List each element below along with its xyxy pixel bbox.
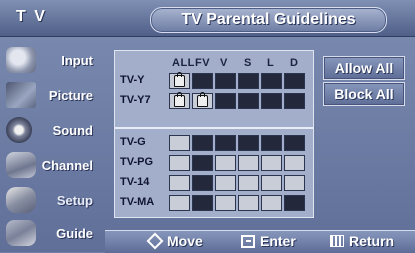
allow-all-button[interactable]: Allow All — [323, 56, 405, 80]
sidebar-item-input[interactable]: Input — [0, 43, 103, 77]
rating-cell[interactable] — [238, 175, 259, 191]
column-header-fv: FV — [195, 57, 211, 69]
rating-cell[interactable] — [284, 135, 305, 151]
return-label: Return — [349, 233, 395, 249]
rating-cell[interactable] — [192, 73, 213, 89]
sidebar-item-guide[interactable]: Guide — [0, 216, 103, 250]
rating-label: TV-Y — [120, 74, 145, 86]
rating-cell[interactable] — [169, 92, 190, 109]
rating-cell[interactable] — [215, 175, 236, 191]
rating-cell[interactable] — [215, 155, 236, 171]
rating-cell[interactable] — [261, 93, 282, 109]
rating-cell[interactable] — [284, 195, 305, 211]
rating-cell[interactable] — [261, 135, 282, 151]
rating-cell[interactable] — [169, 135, 190, 151]
rating-cell[interactable] — [169, 175, 190, 191]
enter-hint: Enter — [241, 233, 296, 249]
rating-cell[interactable] — [192, 195, 213, 211]
footer-bar: Move Enter Return — [105, 230, 415, 253]
title-bar: T V TV Parental Guidelines — [0, 0, 415, 37]
sound-icon — [6, 117, 32, 143]
rating-cell[interactable] — [215, 135, 236, 151]
rating-cell[interactable] — [192, 155, 213, 171]
rating-cell[interactable] — [215, 73, 236, 89]
sidebar-item-label: Picture — [48, 87, 93, 103]
rating-cell[interactable] — [192, 175, 213, 191]
rating-cell[interactable] — [238, 195, 259, 211]
sidebar-item-picture[interactable]: Picture — [0, 78, 103, 112]
column-header-all: ALL — [172, 57, 195, 69]
return-hint: Return — [330, 233, 394, 249]
rating-cell[interactable] — [284, 93, 305, 109]
setup-icon — [6, 187, 36, 213]
rating-cell[interactable] — [238, 93, 259, 109]
rating-cell[interactable] — [192, 135, 213, 151]
lock-icon — [197, 92, 208, 107]
enter-icon — [241, 234, 255, 248]
return-icon — [330, 235, 344, 247]
rating-cell[interactable] — [238, 135, 259, 151]
column-header-s: S — [244, 57, 252, 69]
rating-label: TV-Y7 — [120, 94, 151, 106]
rating-cell[interactable] — [215, 195, 236, 211]
rating-cell[interactable] — [215, 93, 236, 109]
rating-cell[interactable] — [261, 195, 282, 211]
rating-cell[interactable] — [284, 175, 305, 191]
rating-label: TV-G — [120, 136, 146, 148]
section-label: T V — [16, 8, 47, 25]
rating-cell[interactable] — [238, 155, 259, 171]
guide-icon — [6, 220, 36, 246]
rating-label: TV-14 — [120, 176, 150, 188]
sidebar-item-label: Sound — [52, 122, 93, 138]
sidebar-item-label: Guide — [56, 225, 93, 241]
picture-icon — [6, 82, 36, 108]
rating-cell[interactable] — [284, 73, 305, 89]
rating-cell[interactable] — [261, 155, 282, 171]
main-panel: ALL FV V S L D TV-Y TV-Y7 TV-G TV-PG TV-14 TV-MA Al… — [105, 38, 415, 232]
rating-cell[interactable] — [192, 92, 213, 109]
column-header-v: V — [220, 57, 228, 69]
page-title: TV Parental Guidelines — [150, 7, 387, 33]
rating-label: TV-PG — [120, 156, 154, 168]
column-header-d: D — [290, 57, 299, 69]
lock-icon — [174, 92, 185, 107]
sidebar-menu: Input Picture Sound Channel Setup Guide — [0, 38, 105, 248]
sidebar-item-label: Input — [61, 52, 93, 68]
grid-divider — [115, 127, 313, 129]
sidebar-item-label: Setup — [56, 192, 93, 208]
channel-icon — [6, 152, 36, 178]
enter-label: Enter — [260, 233, 296, 249]
column-header-l: L — [267, 57, 275, 69]
sidebar-item-setup[interactable]: Setup — [0, 183, 103, 217]
rating-cell[interactable] — [261, 73, 282, 89]
parental-guidelines-grid: ALL FV V S L D TV-Y TV-Y7 TV-G TV-PG TV-14 TV-MA — [114, 50, 314, 218]
rating-label: TV-MA — [120, 196, 155, 208]
sidebar-item-label: Channel — [41, 157, 93, 173]
input-icon — [6, 47, 36, 73]
block-all-button[interactable]: Block All — [323, 82, 405, 106]
lock-icon — [174, 72, 185, 87]
move-arrows-icon — [147, 233, 163, 249]
sidebar-item-sound[interactable]: Sound — [0, 113, 103, 147]
rating-cell[interactable] — [261, 175, 282, 191]
rating-cell[interactable] — [169, 72, 190, 89]
rating-cell[interactable] — [284, 155, 305, 171]
rating-cell[interactable] — [169, 195, 190, 211]
move-label: Move — [167, 233, 203, 249]
sidebar-item-channel[interactable]: Channel — [0, 148, 103, 182]
rating-cell[interactable] — [238, 73, 259, 89]
rating-cell[interactable] — [169, 155, 190, 171]
move-hint: Move — [147, 233, 203, 249]
